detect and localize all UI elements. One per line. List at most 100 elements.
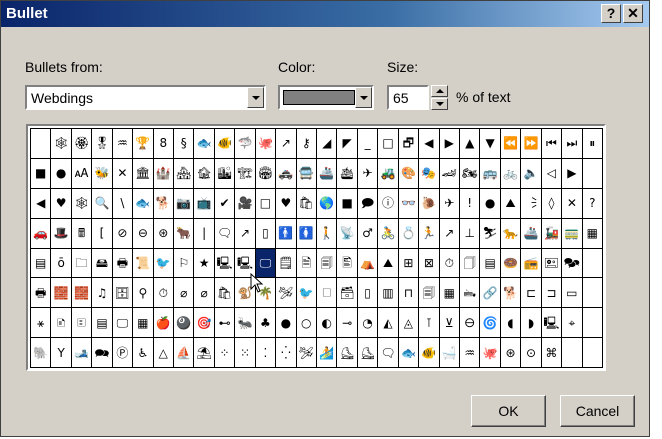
bullet-symbol-cell[interactable]: 🖭 (541, 248, 563, 279)
bullet-symbol-cell[interactable]: 🐕 (153, 188, 174, 219)
bullet-symbol-cell[interactable]: 📡 (337, 218, 358, 249)
bullet-symbol-cell[interactable]: ⊖ (133, 218, 154, 249)
bullet-symbol-cell[interactable]: ♂ (357, 218, 379, 249)
bullet-symbol-cell[interactable]: ▶ (439, 129, 460, 159)
bullet-symbol-cell[interactable]: ▦ (133, 308, 154, 339)
bullet-symbol-cell[interactable]: 🚢 (317, 158, 338, 189)
bullet-symbol-cell[interactable]: ⏱ (153, 278, 174, 309)
bullet-symbol-cell[interactable]: 🎥 (235, 188, 256, 219)
bullet-symbol-cell[interactable]: 🚜 (378, 158, 399, 189)
bullet-symbol-cell[interactable]: ♫ (92, 278, 113, 309)
bullet-symbol-cell[interactable]: 🖦 (460, 278, 481, 309)
bullet-symbol-cell[interactable]: ⊻ (439, 308, 460, 339)
bullet-symbol-cell[interactable]: 🔈 (521, 158, 542, 189)
bullet-symbol-cell[interactable]: ⊏ (521, 278, 542, 309)
bullet-symbol-cell[interactable]: 🚂 (541, 218, 563, 249)
bullet-symbol-cell[interactable]: ✈ (439, 188, 460, 219)
bullet-symbol-cell[interactable]: 🖩 (71, 218, 93, 249)
bullet-symbol-cell[interactable]: Ⓟ (112, 338, 134, 368)
bullet-symbol-cell[interactable]: ■ (337, 188, 358, 219)
bullet-symbol-cell[interactable]: ◭ (378, 308, 399, 339)
bullet-symbol-cell[interactable]: 🗪 (92, 338, 113, 368)
bullet-symbol-cell[interactable]: 🖺 (337, 248, 358, 279)
bullet-symbol-cell[interactable]: 🗨 (214, 218, 236, 249)
bullet-symbol-cell[interactable]: 📻 (521, 248, 542, 279)
bullet-symbol-cell[interactable]: ⊙ (521, 338, 542, 368)
bullet-symbol-cell[interactable]: ◁ (541, 158, 563, 189)
bullet-symbol-cell[interactable]: ⏱ (439, 248, 460, 279)
chevron-down-icon[interactable] (247, 87, 264, 108)
bullet-symbol-cell[interactable]: 🗨 (378, 338, 399, 368)
size-input[interactable]: 65 (387, 85, 429, 110)
bullet-symbol-cell[interactable]: 🔍 (92, 188, 113, 219)
bullet-symbol-cell[interactable]: △ (153, 338, 174, 368)
bullet-symbol-cell[interactable]: 🏄 (317, 338, 338, 368)
bullet-symbol-cell[interactable]: ↗ (439, 218, 460, 249)
bullet-symbol-cell[interactable]: 🗄 (112, 278, 134, 309)
bullet-symbol-cell[interactable]: 🐌 (419, 188, 440, 219)
bullet-symbol-cell[interactable]: 🏗 (235, 158, 256, 189)
bullet-symbol-cell[interactable]: 🐙 (480, 338, 501, 368)
bullet-symbol-cell[interactable]: ▼ (480, 129, 501, 159)
bullet-symbol-cell[interactable] (582, 158, 603, 189)
bullet-symbol-cell[interactable]: 🧱 (51, 278, 72, 309)
bullet-symbol-cell[interactable]: ⏸ (582, 129, 603, 159)
bullet-symbol-cell[interactable]: ⁘ (214, 338, 236, 368)
bullet-symbol-cell[interactable]: ▭ (562, 278, 583, 309)
bullet-symbol-cell[interactable]: 🗒 (276, 248, 297, 279)
bullet-symbol-cell[interactable]: 🗗 (398, 129, 420, 159)
chevron-down-icon[interactable] (355, 87, 372, 108)
bullet-symbol-cell[interactable]: ⁙ (235, 338, 256, 368)
bullet-symbol-cell[interactable]: ◀ (419, 129, 440, 159)
bullet-symbol-cell[interactable]: 🗚 (71, 158, 93, 189)
bullet-symbol-cell[interactable]: ▥ (378, 278, 399, 309)
bullet-symbol-cell[interactable]: 🚶 (317, 218, 338, 249)
bullet-symbol-cell[interactable]: 🐆 (500, 218, 522, 249)
bullet-symbol-cell[interactable]: ! (460, 188, 481, 219)
bullet-symbol-cell[interactable]: 🚴 (378, 218, 399, 249)
bullet-symbol-cell[interactable]: 🐂 (174, 218, 195, 249)
bullet-symbol-cell[interactable]: ⏮ (541, 129, 563, 159)
bullet-symbol-cell[interactable]: ⊛ (500, 338, 522, 368)
bullet-symbol-cell[interactable]: 🏎 (439, 158, 460, 189)
bullet-symbol-cell[interactable]: 🐠 (214, 129, 236, 159)
bullet-symbol-cell[interactable]: 🏚 (194, 158, 215, 189)
bullet-symbol-cell[interactable]: 🛁 (439, 338, 460, 368)
bullet-symbol-cell[interactable]: ⛸ (357, 338, 379, 368)
bullet-symbol-cell[interactable]: ◀ (31, 188, 52, 219)
spin-down-icon[interactable] (431, 98, 448, 110)
bullet-symbol-cell[interactable]: ◊ (541, 188, 563, 219)
bullet-symbol-cell[interactable]: ● (51, 158, 72, 189)
bullet-symbol-cell[interactable]: ⛸ (337, 338, 358, 368)
bullet-symbol-cell[interactable]: ♒ (112, 129, 134, 159)
bullet-symbol-cell[interactable]: 🛩 (296, 338, 317, 368)
bullet-symbol-cell[interactable]: ⛵ (174, 338, 195, 368)
bullet-symbol-cell[interactable]: 🎨 (398, 158, 420, 189)
bullet-symbol-cell[interactable]: 🏍 (460, 158, 481, 189)
bullet-symbol-cell[interactable]: ▯ (357, 278, 379, 309)
bullet-symbol-cell[interactable]: ◤ (337, 129, 358, 159)
bullet-symbol-cell[interactable]: 🐟 (194, 129, 215, 159)
bullet-symbol-cell[interactable]: ♿ (133, 338, 154, 368)
bullet-symbol-cell[interactable]: ● (480, 188, 501, 219)
bullet-symbol-cell[interactable]: 🔗 (480, 278, 501, 309)
bullet-symbol-cell[interactable]: ◬ (398, 308, 420, 339)
bullet-symbol-cell[interactable]: 🖳 (541, 308, 563, 339)
bullet-symbol-cell[interactable]: ⚹ (31, 308, 52, 339)
bullet-symbol-cell[interactable]: ◐ (317, 308, 338, 339)
bullet-symbol-cell[interactable]: 🗀 (71, 248, 93, 279)
bullet-symbol-cell[interactable]: 📜 (133, 248, 154, 279)
bullet-symbol-cell[interactable]: ✕ (112, 158, 134, 189)
bullet-symbol-cell[interactable]: 🛳 (337, 158, 358, 189)
bullet-symbol-cell[interactable]: ♥ (276, 188, 297, 219)
bullet-symbol-cell[interactable] (582, 248, 603, 279)
bullet-symbol-cell[interactable]: ⌘ (541, 338, 563, 368)
bullet-symbol-cell[interactable]: 🐘 (31, 338, 52, 368)
bullet-symbol-cell[interactable]: ⊓ (398, 278, 420, 309)
bullet-symbol-cell[interactable]: ⊠ (419, 248, 440, 279)
bullet-symbol-cell[interactable]: 🚓 (276, 158, 297, 189)
bullet-symbol-cell[interactable]: 🏘 (174, 158, 195, 189)
bullet-symbol-cell[interactable]: 🏰 (153, 158, 174, 189)
bullet-symbol-cell[interactable] (582, 338, 603, 368)
bullet-symbol-cell[interactable]: 🖵 (112, 308, 134, 339)
